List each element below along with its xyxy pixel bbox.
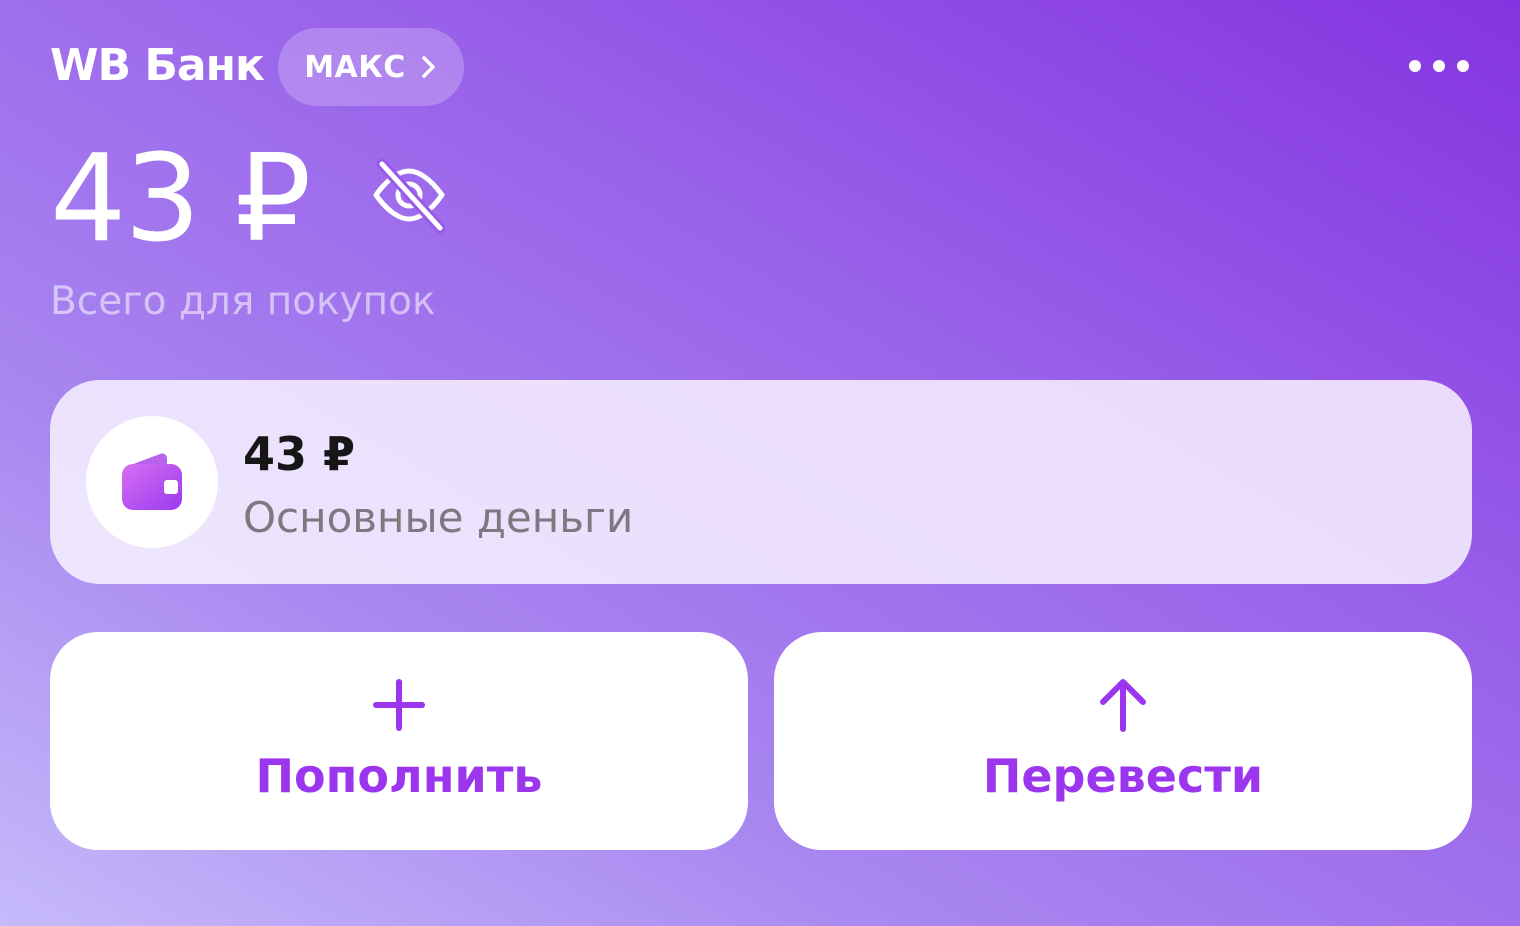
brand-title: WB Банк bbox=[50, 40, 265, 91]
wallet-badge bbox=[86, 416, 218, 548]
arrow-up-icon bbox=[1100, 679, 1146, 732]
more-menu-button[interactable] bbox=[1398, 44, 1480, 88]
tier-label: МАКС bbox=[304, 49, 406, 85]
total-balance: 43 ₽ bbox=[50, 130, 311, 269]
balance-caption: Всего для покупок bbox=[50, 279, 436, 324]
eye-off-icon bbox=[373, 158, 446, 234]
transfer-button[interactable]: Перевести bbox=[774, 632, 1472, 850]
main-account-card[interactable]: 43 ₽ Основные деньги bbox=[50, 380, 1472, 584]
account-name: Основные деньги bbox=[243, 493, 634, 542]
tier-chip-button[interactable]: МАКС bbox=[278, 28, 464, 106]
top-up-button[interactable]: Пополнить bbox=[50, 632, 748, 850]
wallet-icon bbox=[122, 453, 182, 510]
plus-icon bbox=[373, 679, 425, 731]
chevron-right-icon bbox=[422, 56, 435, 78]
hide-balance-toggle[interactable] bbox=[370, 156, 448, 234]
top-up-label: Пополнить bbox=[255, 749, 543, 803]
transfer-label: Перевести bbox=[982, 749, 1264, 803]
account-amount: 43 ₽ bbox=[243, 427, 356, 481]
more-dots-icon bbox=[1409, 60, 1469, 72]
